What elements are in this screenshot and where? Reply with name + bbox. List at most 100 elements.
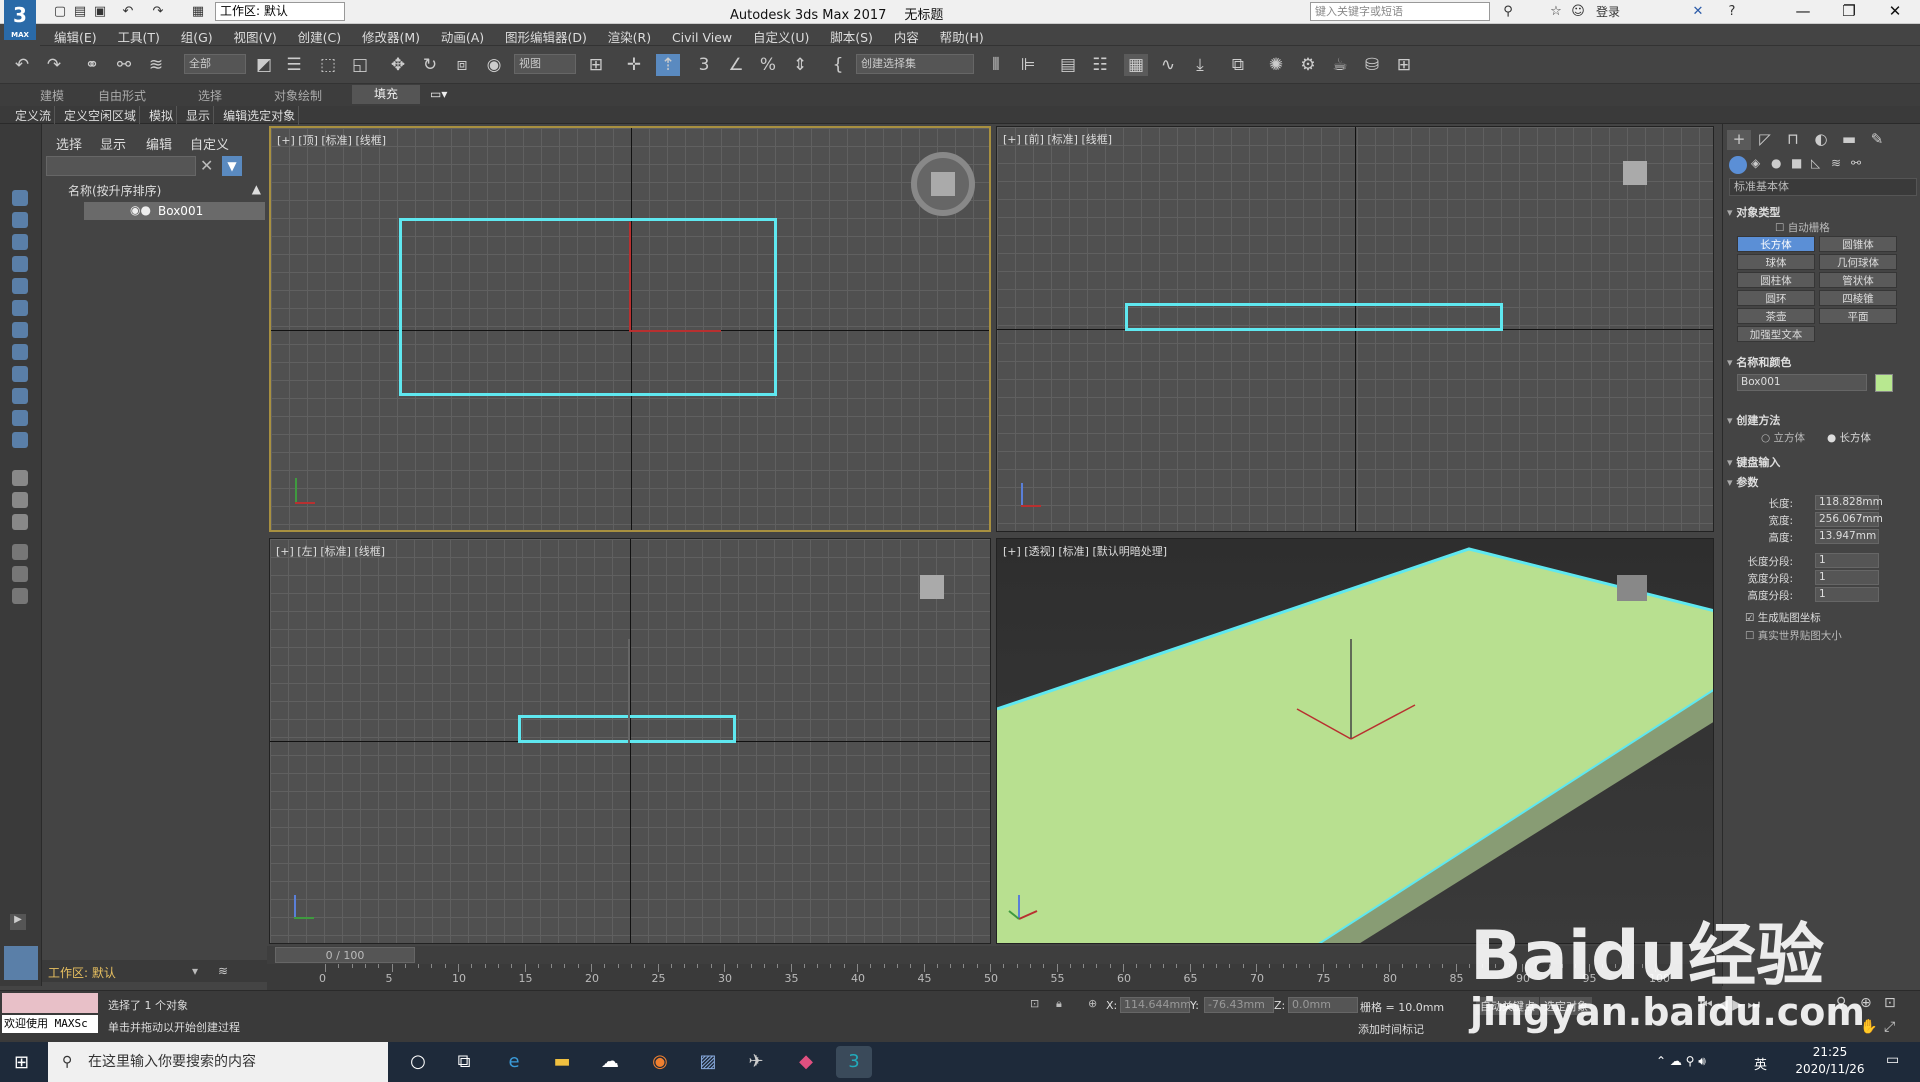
- new-file-icon[interactable]: ▢: [52, 4, 68, 20]
- display-tab-icon[interactable]: ▬: [1837, 130, 1861, 150]
- explorer-tab-edit[interactable]: 编辑: [146, 134, 172, 153]
- spinner-snap-icon[interactable]: ⇕: [788, 54, 812, 76]
- rotate-icon[interactable]: ↻: [418, 54, 442, 76]
- x-coord-input[interactable]: 114.644mm: [1120, 997, 1191, 1013]
- invert-icon[interactable]: [12, 514, 28, 530]
- z-coord-input[interactable]: 0.0mm: [1288, 997, 1358, 1013]
- menu-graph-editors[interactable]: 图形编辑器(D): [505, 24, 587, 46]
- tube-button[interactable]: 管状体: [1819, 272, 1897, 288]
- menu-tools[interactable]: 工具(T): [117, 24, 159, 46]
- height-input[interactable]: 13.947mm: [1815, 529, 1879, 544]
- viewport-label[interactable]: [+] [左] [标准] [线框]: [276, 543, 385, 559]
- notification-icon[interactable]: ▭: [1886, 1052, 1899, 1068]
- edge-icon[interactable]: e: [496, 1046, 532, 1078]
- width-segs-input[interactable]: 1: [1815, 570, 1879, 585]
- method-cube-radio[interactable]: ○ 立方体: [1761, 430, 1805, 445]
- project-icon[interactable]: ▦: [190, 4, 206, 20]
- expand-arrow-icon[interactable]: ▶: [10, 914, 26, 930]
- ribbon-tab-object-paint[interactable]: 对象绘制: [274, 87, 322, 104]
- viewcube-icon[interactable]: [911, 152, 975, 216]
- placement-icon[interactable]: ◉: [482, 54, 506, 76]
- length-input[interactable]: 118.828mm: [1815, 495, 1883, 510]
- file-explorer-icon[interactable]: ▬: [544, 1046, 580, 1078]
- viewcube-icon[interactable]: [920, 575, 944, 599]
- viewport-front[interactable]: [+] [前] [标准] [线框]: [996, 126, 1714, 532]
- dope-sheet-icon[interactable]: ⤓: [1188, 54, 1212, 76]
- menu-rendering[interactable]: 渲染(R): [608, 24, 651, 46]
- menu-customize[interactable]: 自定义(U): [753, 24, 809, 46]
- layers-icon[interactable]: ≋: [218, 964, 228, 978]
- taskbar-search[interactable]: ⚲ 在这里输入你要搜索的内容: [48, 1042, 388, 1082]
- menu-help[interactable]: 帮助(H): [940, 24, 984, 46]
- ribbon-options-icon[interactable]: ▭▾: [430, 87, 447, 101]
- pyramid-button[interactable]: 四棱锥: [1819, 290, 1897, 306]
- camera-filter-icon[interactable]: [12, 256, 28, 272]
- task-view-icon[interactable]: ⧉: [446, 1046, 482, 1078]
- xref-filter-icon[interactable]: [12, 344, 28, 360]
- scale-icon[interactable]: ⧈: [450, 54, 474, 76]
- geosphere-button[interactable]: 几何球体: [1819, 254, 1897, 270]
- cylinder-button[interactable]: 圆柱体: [1737, 272, 1815, 288]
- ribbon-define-idle[interactable]: 定义空闲区域: [61, 106, 141, 125]
- close-button[interactable]: ✕: [1872, 0, 1918, 24]
- user-icon[interactable]: ☺: [1570, 4, 1586, 20]
- viewport-top[interactable]: [+] [顶] [标准] [线框]: [269, 126, 991, 532]
- time-slider[interactable]: 0 / 100: [275, 947, 415, 963]
- menu-views[interactable]: 视图(V): [233, 24, 276, 46]
- y-coord-input[interactable]: -76.43mm: [1204, 997, 1274, 1013]
- maxscript-mini[interactable]: 欢迎使用 MAXSc: [2, 1015, 98, 1033]
- 3dsmax-taskbar-icon[interactable]: 3: [836, 1046, 872, 1078]
- ribbon-tab-selection[interactable]: 选择: [198, 87, 222, 104]
- edit-named-sel-icon[interactable]: {: [826, 54, 850, 76]
- section-keyboard-entry[interactable]: 键盘输入: [1727, 454, 1917, 470]
- object-color-swatch[interactable]: [1875, 374, 1893, 392]
- display-all-icon[interactable]: [12, 470, 28, 486]
- minimize-button[interactable]: —: [1780, 0, 1826, 24]
- gen-mapping-checkbox[interactable]: ☑ 生成贴图坐标: [1745, 610, 1821, 625]
- filter-icon[interactable]: ▼: [222, 156, 242, 176]
- bind-spacewarp-icon[interactable]: ≋: [144, 54, 168, 76]
- filter-icon[interactable]: [12, 566, 28, 582]
- render-icon[interactable]: ⛁: [1360, 54, 1384, 76]
- app-icon[interactable]: ☁: [592, 1046, 628, 1078]
- workspace-bar[interactable]: 工作区: 默认 ▾ ≋: [42, 960, 267, 982]
- sphere-filter-icon[interactable]: [12, 190, 28, 206]
- redo-icon[interactable]: ↷: [150, 4, 166, 20]
- scene-explorer-icon[interactable]: ▦: [1124, 54, 1148, 76]
- shapes-icon[interactable]: ◈: [1751, 156, 1760, 170]
- container-filter-icon[interactable]: [12, 388, 28, 404]
- width-input[interactable]: 256.067mm: [1815, 512, 1883, 527]
- isolate-icon[interactable]: ⊡: [1030, 997, 1039, 1010]
- keyboard-shortcut-icon[interactable]: ⇡: [656, 54, 680, 76]
- cortana-icon[interactable]: ○: [400, 1046, 436, 1078]
- ribbon-display[interactable]: 显示: [183, 106, 215, 125]
- box001-outline[interactable]: [1125, 303, 1503, 331]
- redo-icon[interactable]: ↷: [42, 54, 66, 76]
- teapot-button[interactable]: 茶壶: [1737, 308, 1815, 324]
- display-none-icon[interactable]: [12, 492, 28, 508]
- menu-edit[interactable]: 编辑(E): [54, 24, 97, 46]
- menu-create[interactable]: 创建(C): [298, 24, 341, 46]
- ime-indicator[interactable]: 英: [1754, 1054, 1767, 1073]
- utilities-tab-icon[interactable]: ✎: [1865, 130, 1889, 150]
- material-editor-icon[interactable]: ✺: [1264, 54, 1288, 76]
- clear-search-icon[interactable]: ✕: [200, 156, 213, 175]
- helpers-icon[interactable]: ◺: [1811, 156, 1820, 170]
- menu-modifiers[interactable]: 修改器(M): [362, 24, 420, 46]
- app-logo[interactable]: 3 MAX: [4, 0, 36, 40]
- align-icon[interactable]: ⊫: [1016, 54, 1040, 76]
- taskbar-clock[interactable]: 21:25 2020/11/26: [1790, 1044, 1870, 1078]
- bone-filter-icon[interactable]: [12, 366, 28, 382]
- primitive-type-select[interactable]: 标准基本体: [1729, 178, 1917, 196]
- explorer-tab-display[interactable]: 显示: [100, 134, 126, 153]
- ref-coord-select[interactable]: 视图: [514, 54, 576, 74]
- lock-icon[interactable]: 🔒︎: [1056, 997, 1062, 1011]
- link-icon[interactable]: ⚭: [80, 54, 104, 76]
- move-icon[interactable]: ✥: [386, 54, 410, 76]
- whiteboard-icon[interactable]: ▨: [690, 1046, 726, 1078]
- snap-toggle-icon[interactable]: 3: [692, 54, 716, 76]
- maxscript-listener[interactable]: [2, 993, 98, 1013]
- select-by-name-icon[interactable]: ☰: [282, 54, 306, 76]
- plane-button[interactable]: 平面: [1819, 308, 1897, 324]
- named-selection-select[interactable]: 创建选择集: [856, 54, 974, 74]
